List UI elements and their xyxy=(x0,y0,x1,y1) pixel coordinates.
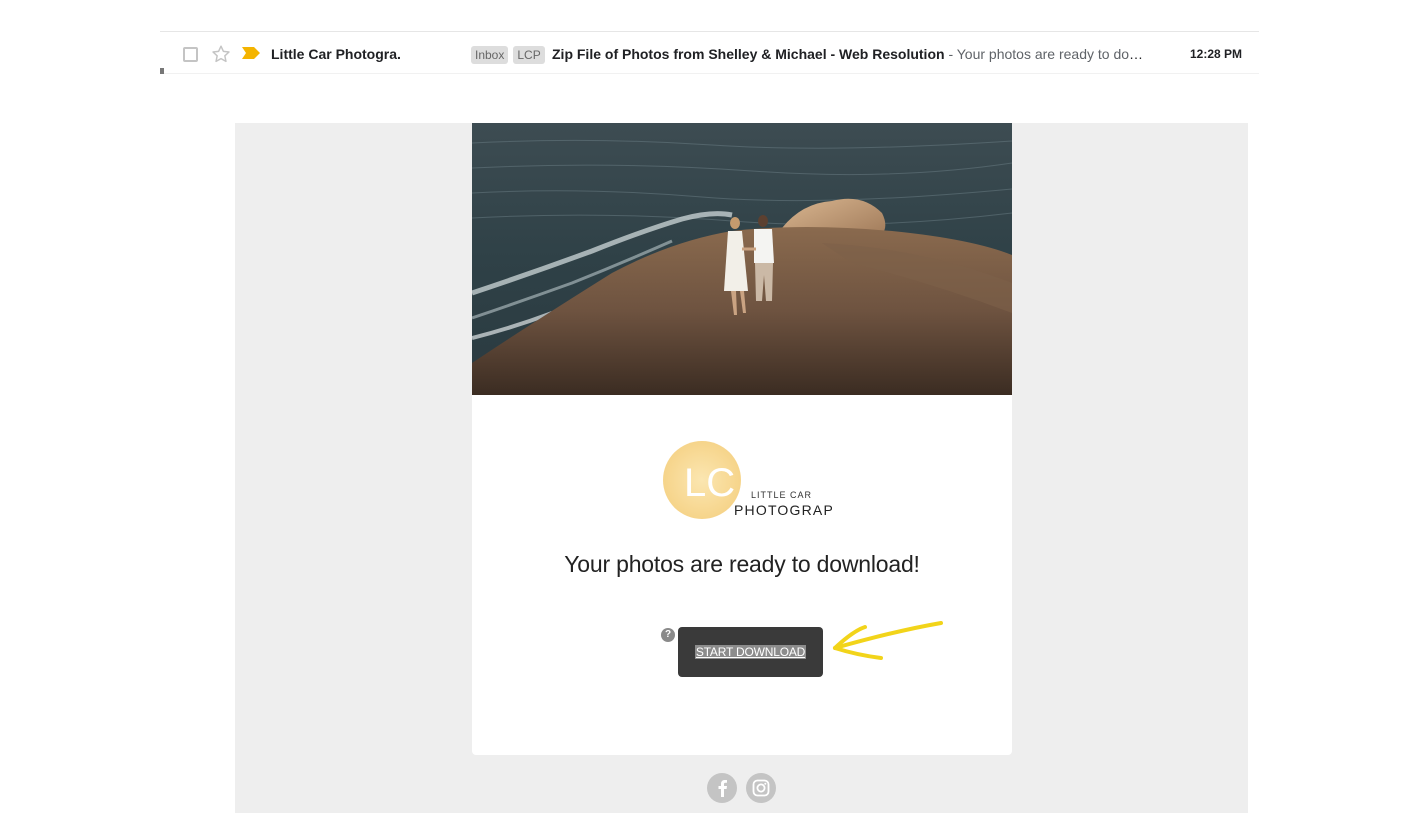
select-checkbox[interactable] xyxy=(183,47,198,62)
inbox-email-row[interactable]: Little Car Photogra. Inbox LCP Zip File … xyxy=(160,31,1259,74)
sender-name: Little Car Photogra. xyxy=(271,46,401,62)
facebook-icon[interactable] xyxy=(707,773,737,803)
little-car-photography-logo: LC LITTLE CAR PHOTOGRAPHY xyxy=(663,441,832,519)
label-lcp[interactable]: LCP xyxy=(513,46,545,64)
start-download-button[interactable]: START DOWNLOAD xyxy=(678,627,823,677)
label-inbox[interactable]: Inbox xyxy=(471,46,509,64)
help-question-icon[interactable]: ? xyxy=(661,628,675,642)
subject-and-snippet[interactable]: Zip File of Photos from Shelley & Michae… xyxy=(552,46,1152,62)
received-time: 12:28 PM xyxy=(1189,47,1242,61)
social-links xyxy=(707,773,776,803)
logo-line2: PHOTOGRAPHY xyxy=(734,502,832,518)
logo-initials: LC xyxy=(684,461,735,505)
hero-photo xyxy=(472,123,1012,395)
start-download-label: START DOWNLOAD xyxy=(694,645,807,659)
email-subject: Zip File of Photos from Shelley & Michae… xyxy=(552,46,945,62)
instagram-icon[interactable] xyxy=(746,773,776,803)
email-snippet: - Your photos are ready to dow… xyxy=(944,46,1152,62)
label-chips: Inbox LCP xyxy=(471,46,545,64)
row-edge-marker xyxy=(160,68,164,74)
email-body-canvas: LC LITTLE CAR PHOTOGRAPHY Your photos ar… xyxy=(235,123,1248,813)
star-icon[interactable] xyxy=(210,43,232,65)
headline: Your photos are ready to download! xyxy=(564,551,920,577)
annotation-arrow-icon xyxy=(833,621,943,660)
logo-line1: LITTLE CAR xyxy=(751,490,812,500)
importance-marker-icon[interactable] xyxy=(242,47,260,59)
